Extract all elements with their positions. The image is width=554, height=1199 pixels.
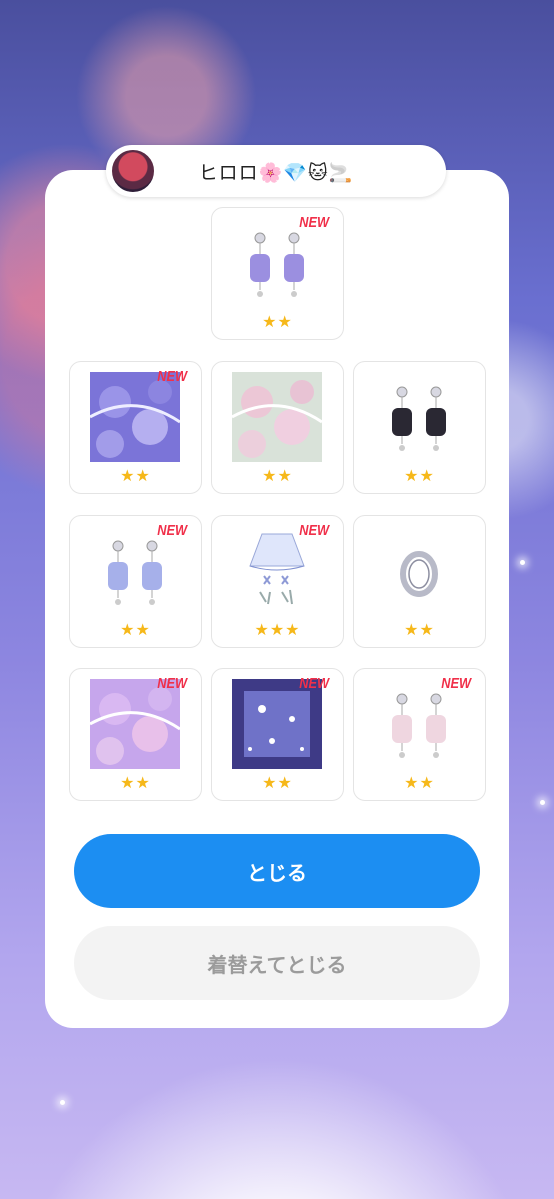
rarity-stars: ★★ [262, 466, 293, 485]
change-and-close-button[interactable]: 着替えてとじる [74, 926, 480, 1000]
hoop-earring-icon [400, 551, 438, 597]
hydrangea-background-blue-icon [90, 372, 180, 462]
hydrangea-earrings-purple-icon [250, 232, 304, 297]
new-badge: NEW [157, 675, 187, 692]
item-card[interactable]: NEW ★★ [69, 361, 202, 494]
hydrangea-background-pink-icon [232, 372, 322, 462]
rarity-stars: ★★★ [254, 620, 301, 639]
rarity-stars: ★★ [262, 312, 293, 331]
item-card[interactable]: NEW ★★★ [211, 515, 344, 648]
sparkle-decoration [520, 560, 525, 565]
sparkle-decoration [540, 800, 545, 805]
new-badge: NEW [441, 675, 471, 692]
item-card[interactable]: NEW ★★ [211, 668, 344, 801]
sparkle-decoration [60, 1100, 65, 1105]
new-badge: NEW [157, 368, 187, 385]
hydrangea-earrings-black-icon [392, 386, 446, 451]
snow-floor-icon [232, 679, 322, 769]
user-name: ヒロロ🌸💎🐱🚬 [198, 161, 354, 184]
item-card[interactable]: NEW ★★ [353, 668, 486, 801]
new-badge: NEW [157, 522, 187, 539]
item-card[interactable]: ★★ [353, 515, 486, 648]
rarity-stars: ★★ [404, 466, 435, 485]
avatar [110, 148, 156, 194]
hydrangea-earrings-blue-icon [108, 540, 162, 605]
item-card[interactable]: NEW ★★ [69, 515, 202, 648]
rarity-stars: ★★ [120, 773, 151, 792]
hydrangea-background-lavender-icon [90, 679, 180, 769]
item-card[interactable]: ★★ [211, 361, 344, 494]
rarity-stars: ★★ [404, 773, 435, 792]
item-card[interactable]: ★★ [353, 361, 486, 494]
hydrangea-earrings-pink-icon [392, 693, 446, 758]
rarity-stars: ★★ [404, 620, 435, 639]
user-header: ヒロロ🌸💎🐱🚬 [106, 145, 446, 197]
rarity-stars: ★★ [120, 466, 151, 485]
item-card[interactable]: NEW ★★ [69, 668, 202, 801]
rarity-stars: ★★ [262, 773, 293, 792]
new-badge: NEW [299, 675, 329, 692]
rarity-stars: ★★ [120, 620, 151, 639]
item-card[interactable]: NEW ★★ [211, 207, 344, 340]
new-badge: NEW [299, 214, 329, 231]
close-button[interactable]: とじる [74, 834, 480, 908]
skirt-and-shoes-icon [249, 533, 305, 605]
new-badge: NEW [299, 522, 329, 539]
